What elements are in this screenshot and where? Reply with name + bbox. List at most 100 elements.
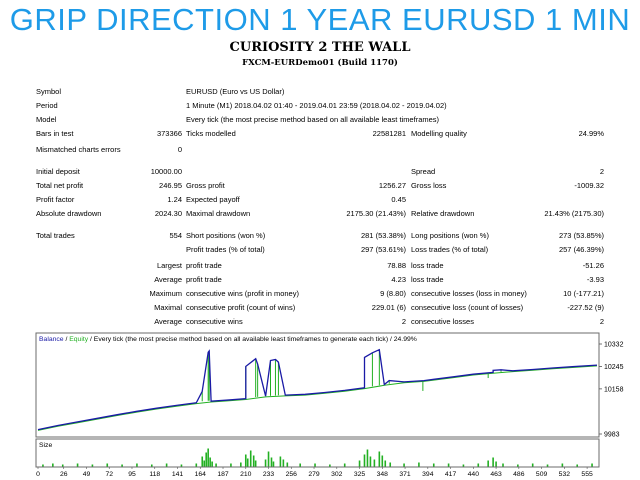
size-bar-45 [389, 462, 392, 467]
largest-loss-value: -51.26 [582, 261, 604, 270]
size-bar-15 [207, 448, 209, 467]
x-tick-label-348: 348 [377, 471, 389, 478]
size-bar-51 [477, 463, 480, 467]
max-losses-label: consecutive losses (loss in money) [411, 289, 527, 298]
model-value: Every tick (the most precise method base… [186, 115, 440, 124]
max-losses-value: 10 (-177.21) [563, 289, 604, 298]
mismatch-value: 0 [177, 145, 182, 154]
size-bar-19 [230, 463, 232, 467]
size-bar-25 [254, 460, 257, 467]
avg-losses-value: 2 [599, 317, 604, 326]
size-bar-42 [378, 451, 381, 467]
size-bar-9 [165, 463, 168, 467]
size-bar-56 [517, 464, 519, 467]
main-plot-frame [35, 332, 600, 438]
size-bar-31 [282, 459, 285, 467]
max-wins-value: 9 (8.80) [380, 289, 406, 298]
y-tick-label-10158: 10158 [604, 386, 624, 393]
x-tick-label-440: 440 [468, 471, 480, 478]
long-label: Long positions (won %) [411, 231, 489, 240]
size-bar-55 [502, 463, 504, 467]
size-bar-53 [492, 457, 494, 467]
size-bar-21 [244, 454, 247, 467]
size-bar-54 [495, 461, 497, 467]
profittrades-label: Profit trades (% of total) [186, 245, 265, 254]
short-label: Short positions (won %) [186, 231, 266, 240]
x-tick-label-210: 210 [240, 471, 252, 478]
average2-label: Average [154, 317, 182, 326]
y-tick-label-10245: 10245 [604, 364, 624, 371]
legend-description: / Every tick (the most precise method ba… [88, 336, 417, 343]
size-bar-17 [211, 461, 213, 467]
size-bar-24 [252, 455, 255, 467]
trades-label: Total trades [36, 231, 75, 240]
losstrades-label: Loss trades (% of total) [411, 245, 489, 254]
legend-equity: Equity [69, 336, 88, 343]
x-tick-label-187: 187 [217, 471, 229, 478]
absdd-value: 2024.30 [154, 209, 182, 218]
largest-profit-label: profit trade [186, 261, 222, 270]
x-tick-label-486: 486 [513, 471, 525, 478]
maximum-label: Maximum [149, 289, 182, 298]
ticks-label: Ticks modelled [186, 129, 236, 138]
long-value: 273 (53.85%) [558, 231, 604, 240]
deposit-value: 10000.00 [150, 167, 182, 176]
size-bar-12 [201, 456, 204, 467]
size-bar-58 [546, 464, 549, 467]
x-tick-label-49: 49 [83, 471, 91, 478]
average-profit-label: profit trade [186, 275, 222, 284]
x-tick-label-118: 118 [149, 471, 160, 478]
bars-label: Bars in test [36, 129, 74, 138]
symbol-value: EURUSD (Euro vs US Dollar) [186, 87, 285, 96]
deposit-label: Initial deposit [36, 167, 80, 176]
x-tick-label-371: 371 [399, 471, 411, 478]
y-tick-label-9983: 9983 [604, 432, 620, 439]
largest-loss-label: loss trade [411, 261, 444, 270]
size-bar-35 [329, 464, 331, 467]
size-bar-29 [272, 461, 275, 467]
size-bar-48 [432, 463, 435, 467]
x-tick-label-417: 417 [445, 471, 457, 478]
size-bar-38 [363, 454, 366, 467]
size-bar-3 [76, 463, 79, 467]
average-label: Average [154, 275, 182, 284]
size-bar-32 [286, 462, 289, 467]
x-tick-label-141: 141 [172, 471, 184, 478]
avg-wins-value: 2 [401, 317, 406, 326]
expected-label: Expected payoff [186, 195, 240, 204]
size-bar-2 [61, 464, 64, 467]
size-bar-10 [180, 464, 183, 467]
size-bar-34 [314, 463, 316, 467]
x-tick-label-26: 26 [60, 471, 68, 478]
size-bar-57 [531, 463, 534, 467]
x-tick-label-233: 233 [263, 471, 275, 478]
size-bar-7 [136, 463, 138, 467]
spread-value: 2 [599, 167, 604, 176]
period-label: Period [36, 101, 58, 110]
size-bar-27 [267, 451, 270, 467]
x-tick-label-509: 509 [536, 471, 548, 478]
grossloss-label: Gross loss [411, 181, 447, 190]
pf-value: 1.24 [167, 195, 182, 204]
maximal-loss-label: consecutive loss (count of losses) [411, 303, 524, 312]
x-tick-label-325: 325 [354, 471, 366, 478]
average-loss-value: -3.93 [586, 275, 604, 284]
size-bar-16 [209, 457, 211, 467]
maximal-profit-value: 229.01 (6) [371, 303, 406, 312]
size-bar-39 [366, 449, 369, 467]
size-bar-26 [264, 459, 267, 467]
losstrades-value: 257 (46.39%) [558, 245, 604, 254]
x-tick-label-302: 302 [331, 471, 343, 478]
average-loss-label: loss trade [411, 275, 444, 284]
x-tick-label-72: 72 [105, 471, 113, 478]
y-tick-label-10332: 10332 [604, 342, 624, 349]
size-bar-44 [384, 460, 387, 467]
size-bar-30 [279, 456, 282, 467]
size-bar-36 [343, 463, 346, 467]
size-bar-52 [487, 460, 489, 467]
maxdd-value: 2175.30 (21.43%) [346, 209, 406, 218]
x-tick-label-555: 555 [581, 471, 593, 478]
expected-value: 0.45 [391, 195, 406, 204]
netprofit-label: Total net profit [36, 181, 84, 190]
maxdd-label: Maximal drawdown [186, 209, 251, 218]
